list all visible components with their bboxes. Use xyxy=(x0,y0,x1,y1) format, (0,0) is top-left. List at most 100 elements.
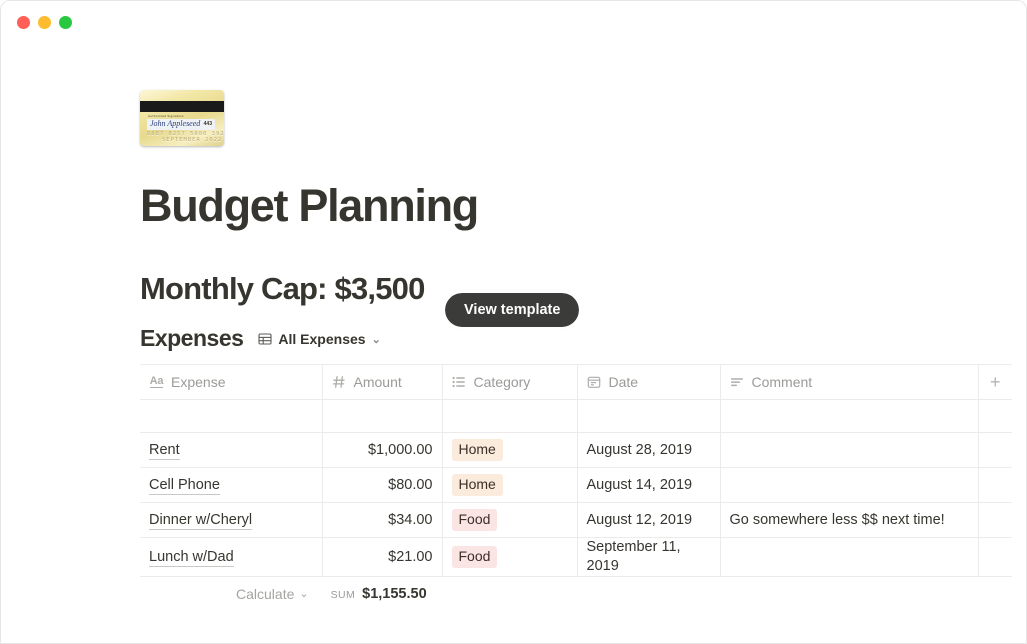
cell-spacer xyxy=(978,502,1012,539)
date-value: August 14, 2019 xyxy=(586,476,693,493)
number-icon xyxy=(332,375,347,390)
column-header-category[interactable]: Category xyxy=(442,364,578,401)
text-icon: Aa xyxy=(149,375,164,389)
cell-date[interactable]: August 14, 2019 xyxy=(577,467,721,504)
database-header: Expenses All Expenses ⌄ xyxy=(140,325,1010,352)
comment-value: Go somewhere less $$ next time! xyxy=(729,512,945,529)
cell-category[interactable]: Food xyxy=(442,502,578,539)
cell-amount[interactable]: $34.00 xyxy=(322,502,443,539)
view-selector-label: All Expenses xyxy=(278,331,366,348)
sum-label: Sum xyxy=(330,588,356,601)
cell-comment[interactable] xyxy=(720,467,979,504)
amount-value: $80.00 xyxy=(388,477,433,494)
column-header-amount[interactable]: Amount xyxy=(322,364,443,401)
column-header-expense[interactable]: Aa Expense xyxy=(140,364,323,401)
page-title[interactable]: Budget Planning xyxy=(140,182,1010,230)
cell-category[interactable]: Home xyxy=(442,432,578,469)
cell-category[interactable]: Food xyxy=(442,537,578,578)
category-tag: Home xyxy=(451,439,503,462)
card-expiry: SEPTEMBER 2022 xyxy=(162,137,223,143)
calculate-dropdown[interactable]: Calculate ⌄ xyxy=(236,586,309,602)
table-view-icon xyxy=(257,332,272,347)
table-row[interactable]: Dinner w/Cheryl $34.00 Food August 12, 2… xyxy=(140,502,1012,539)
page-content: Authorized Signature John Appleseed 443 … xyxy=(1,90,1026,610)
maximize-window-button[interactable] xyxy=(59,15,72,29)
cell-expense[interactable]: Rent xyxy=(140,432,323,469)
column-header-comment[interactable]: Comment xyxy=(720,364,979,401)
window-titlebar xyxy=(1,1,1026,43)
add-column-button[interactable]: + xyxy=(978,364,1012,401)
card-authorized-label: Authorized Signature xyxy=(148,114,184,118)
database-title[interactable]: Expenses xyxy=(140,325,244,352)
view-selector[interactable]: All Expenses ⌄ xyxy=(257,331,381,348)
calendar-icon xyxy=(587,375,602,390)
cell-date[interactable] xyxy=(577,399,721,434)
cell-category[interactable] xyxy=(442,399,578,434)
cell-date[interactable]: August 28, 2019 xyxy=(577,432,721,469)
card-cvv: 443 xyxy=(203,121,212,127)
expense-link[interactable]: Dinner w/Cheryl xyxy=(149,512,253,531)
cell-comment[interactable] xyxy=(720,537,979,578)
cell-expense[interactable]: Dinner w/Cheryl xyxy=(140,502,323,539)
date-value: August 28, 2019 xyxy=(586,441,693,458)
close-window-button[interactable] xyxy=(17,15,30,29)
table-row[interactable]: Lunch w/Dad $21.00 Food September 11, 20… xyxy=(140,537,1012,578)
column-header-date[interactable]: Date xyxy=(577,364,721,401)
cell-spacer xyxy=(978,537,1012,578)
calculate-label: Calculate xyxy=(236,585,295,602)
category-tag: Home xyxy=(451,474,503,497)
cell-amount[interactable] xyxy=(322,399,443,434)
cell-expense[interactable]: Lunch w/Dad xyxy=(140,537,323,578)
amount-value: $34.00 xyxy=(388,512,433,529)
card-signature-text: John Appleseed xyxy=(150,119,201,128)
app-window: Authorized Signature John Appleseed 443 … xyxy=(0,0,1027,644)
date-value: September 11, 2019 xyxy=(586,539,681,575)
cell-category[interactable]: Home xyxy=(442,467,578,504)
multi-select-icon xyxy=(452,375,467,390)
cell-expense[interactable] xyxy=(140,399,323,434)
cell-date[interactable]: September 11, 2019 xyxy=(577,537,721,578)
credit-card-icon[interactable]: Authorized Signature John Appleseed 443 … xyxy=(140,90,224,146)
category-tag: Food xyxy=(451,546,498,569)
cell-spacer xyxy=(978,467,1012,504)
cell-amount[interactable]: $1,000.00 xyxy=(322,432,443,469)
cell-comment[interactable] xyxy=(720,399,979,434)
expense-link[interactable]: Cell Phone xyxy=(149,477,220,496)
table-row[interactable]: Cell Phone $80.00 Home August 14, 2019 xyxy=(140,467,1012,504)
sum-value: $1,155.50 xyxy=(362,585,427,602)
column-header-label: Amount xyxy=(353,374,402,391)
cell-comment[interactable] xyxy=(720,432,979,469)
column-header-label: Date xyxy=(608,374,639,391)
cell-expense[interactable]: Cell Phone xyxy=(140,467,323,504)
view-template-button[interactable]: View template xyxy=(441,290,583,331)
amount-value: $1,000.00 xyxy=(367,442,433,459)
expense-link[interactable]: Rent xyxy=(149,442,180,461)
column-header-label: Category xyxy=(473,374,531,391)
cell-amount[interactable]: $80.00 xyxy=(322,467,443,504)
cell-comment[interactable]: Go somewhere less $$ next time! xyxy=(720,502,979,539)
category-tag: Food xyxy=(451,509,498,532)
chevron-down-icon: ⌄ xyxy=(299,588,309,601)
cell-spacer xyxy=(978,399,1012,434)
column-header-label: Expense xyxy=(171,374,226,391)
table-row[interactable]: Rent $1,000.00 Home August 28, 2019 xyxy=(140,432,1012,469)
table-header-row: Aa Expense Amount Category Date Comment … xyxy=(140,364,1012,401)
expense-link[interactable]: Lunch w/Dad xyxy=(149,549,234,568)
cell-spacer xyxy=(978,432,1012,469)
table-footer: Calculate ⌄ Sum $1,155.50 xyxy=(140,577,1012,610)
table-row[interactable] xyxy=(140,399,1012,434)
text-lines-icon xyxy=(730,375,745,390)
column-header-label: Comment xyxy=(751,374,813,391)
monthly-cap-heading[interactable]: Monthly Cap: $3,500 xyxy=(140,271,425,307)
expenses-table: Aa Expense Amount Category Date Comment … xyxy=(140,364,1012,578)
amount-value: $21.00 xyxy=(388,549,433,566)
cell-amount[interactable]: $21.00 xyxy=(322,537,443,578)
chevron-down-icon: ⌄ xyxy=(371,333,381,346)
minimize-window-button[interactable] xyxy=(38,15,51,29)
sum-summary[interactable]: Sum $1,155.50 xyxy=(331,586,427,602)
cell-date[interactable]: August 12, 2019 xyxy=(577,502,721,539)
date-value: August 12, 2019 xyxy=(586,511,693,528)
table-body: Rent $1,000.00 Home August 28, 2019 Cell… xyxy=(140,399,1012,578)
card-magnetic-stripe xyxy=(140,101,224,112)
monthly-cap-row: Monthly Cap: $3,500 View template xyxy=(140,271,1010,331)
